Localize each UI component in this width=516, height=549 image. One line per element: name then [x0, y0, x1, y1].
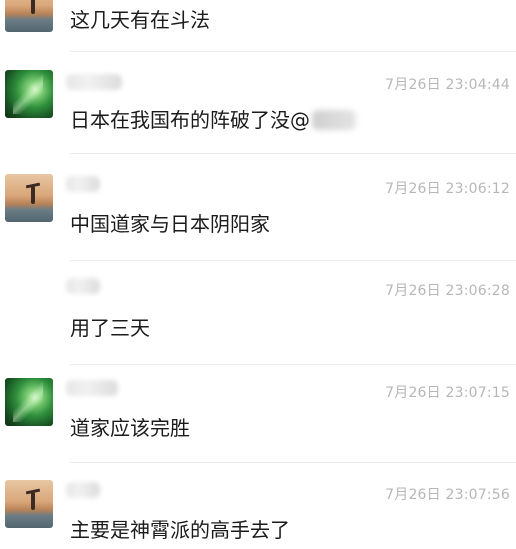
- chat-message[interactable]: 这几天有在斗法: [0, 0, 516, 52]
- message-text: 中国道家与日本阴阳家: [70, 212, 270, 236]
- chat-message[interactable]: 7月26日 23:06:28 用了三天: [0, 262, 516, 366]
- sender-name-blurred: [66, 278, 100, 294]
- message-text: 主要是神霄派的高手去了: [70, 518, 290, 542]
- chat-message[interactable]: 7月26日 23:07:15 道家应该完胜: [0, 366, 516, 466]
- divider: [70, 153, 516, 154]
- message-timestamp: 7月26日 23:07:15: [385, 385, 510, 401]
- divider: [70, 462, 516, 463]
- message-timestamp: 7月26日 23:07:56: [385, 487, 510, 503]
- sender-name-blurred: [66, 176, 100, 192]
- avatar[interactable]: [5, 0, 53, 32]
- message-timestamp: 7月26日 23:06:28: [385, 283, 510, 299]
- message-timestamp: 7月26日 23:06:12: [385, 181, 510, 197]
- divider: [70, 364, 516, 365]
- avatar[interactable]: [5, 480, 53, 528]
- avatar[interactable]: [5, 174, 53, 222]
- message-text: 这几天有在斗法: [70, 8, 210, 32]
- sender-name-blurred: [66, 380, 118, 396]
- message-text: 用了三天: [70, 316, 150, 340]
- divider: [70, 260, 516, 261]
- mention-name-blurred: [312, 110, 356, 130]
- message-timestamp: 7月26日 23:04:44: [385, 77, 510, 93]
- chat-history-list: 这几天有在斗法 7月26日 23:04:44 日本在我国布的阵破了没@ 7月26…: [0, 0, 516, 549]
- message-text: 道家应该完胜: [70, 416, 190, 440]
- message-text-body: 日本在我国布的阵破了没@: [70, 108, 310, 132]
- message-text: 日本在我国布的阵破了没@: [70, 104, 356, 133]
- chat-message[interactable]: 7月26日 23:06:12 中国道家与日本阴阳家: [0, 158, 516, 262]
- sender-name-blurred: [66, 74, 122, 90]
- avatar[interactable]: [5, 378, 53, 426]
- avatar[interactable]: [5, 70, 53, 118]
- chat-message[interactable]: 7月26日 23:04:44 日本在我国布的阵破了没@: [0, 52, 516, 160]
- chat-message[interactable]: 7月26日 23:07:56 主要是神霄派的高手去了: [0, 466, 516, 549]
- sender-name-blurred: [66, 482, 100, 498]
